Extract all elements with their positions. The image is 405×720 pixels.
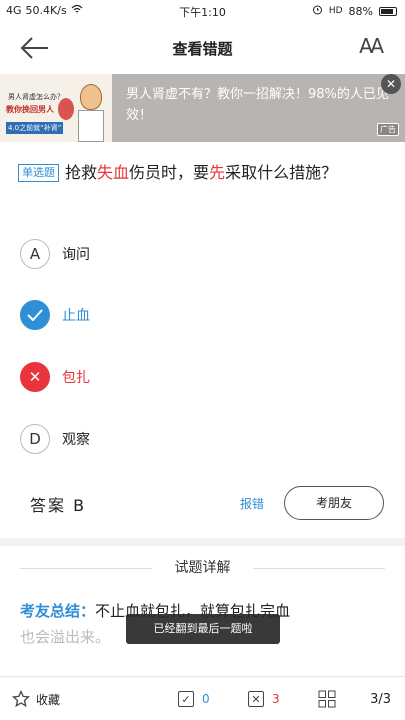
option-d-key: D: [20, 424, 50, 454]
option-b[interactable]: 止血: [20, 299, 90, 331]
ad-close-button[interactable]: ✕: [381, 74, 401, 94]
checkbox-check-icon: ✓: [178, 691, 194, 707]
question-keyword: 失血: [97, 163, 130, 182]
option-c-label: 包扎: [62, 370, 90, 386]
battery-fill: [381, 8, 393, 14]
wrong-count: 3: [272, 692, 280, 706]
answer-row: 答案 B 报错 考朋友: [0, 486, 405, 520]
option-c[interactable]: ✕ 包扎: [20, 361, 90, 393]
section-divider: [0, 538, 405, 546]
font-size-button[interactable]: AA: [359, 34, 384, 58]
clock: 下午1:10: [179, 6, 226, 19]
detail-title: 试题详解: [174, 560, 231, 576]
page-indicator: 3/3: [370, 691, 391, 707]
correct-count-button[interactable]: ✓ 0: [178, 677, 210, 720]
battery-percent: 88%: [348, 4, 373, 18]
option-d[interactable]: D 观察: [20, 423, 90, 455]
toast-message: 已经翻到最后一题啦: [126, 614, 280, 644]
ad-banner[interactable]: 男人肾虚怎么办？ 教你挽回男人 4.0之前就“补肾” 男人肾虚不有？教你一招解决…: [0, 74, 405, 142]
divider-line-left: [20, 568, 152, 569]
question-text: 单选题 抢救失血伤员时，要先采取什么措施？: [18, 158, 387, 188]
battery-icon: [379, 6, 397, 16]
bottom-bar: 收藏 ✓ 0 ✕ 3 3/3: [0, 676, 405, 720]
option-a-label: 询问: [62, 247, 90, 263]
doctor-body-illustration: [78, 110, 104, 142]
report-error-link[interactable]: 报错: [240, 495, 264, 512]
ad-text: 男人肾虚不有？教你一招解决！98%的人已见效！: [112, 74, 405, 142]
volte-icon: HD: [328, 6, 343, 16]
check-icon: [20, 300, 50, 330]
kidney-illustration: [58, 98, 74, 120]
detail-header: 试题详解: [0, 556, 405, 580]
question-grid-button[interactable]: [318, 677, 336, 720]
ask-friend-button[interactable]: 考朋友: [284, 486, 384, 520]
question-keyword: 先: [209, 163, 226, 182]
favorite-label: 收藏: [36, 692, 61, 707]
wrong-count-button[interactable]: ✕ 3: [248, 677, 280, 720]
option-d-label: 观察: [62, 432, 90, 448]
doctor-face-illustration: [80, 84, 102, 110]
option-b-label: 止血: [62, 308, 90, 324]
ad-tag: 广告: [377, 123, 399, 136]
page-title: 查看错题: [172, 40, 233, 58]
status-bar: 4G 50.4K/s 下午1:10 HD 88%: [0, 0, 405, 22]
correct-count: 0: [202, 692, 210, 706]
answer-text: 答案 B: [30, 496, 87, 515]
ad-thumb-line1: 男人肾虚怎么办？: [8, 93, 64, 101]
checkbox-cross-icon: ✕: [248, 691, 264, 707]
ad-thumb-line3: 4.0之前就“补肾”: [6, 122, 64, 134]
ad-thumb-line2: 教你挽回男人: [6, 105, 54, 114]
alarm-icon: [312, 4, 323, 18]
explanation-text-faded: 也会溢出来。: [20, 628, 111, 646]
top-bar: 查看错题 AA: [0, 22, 405, 74]
question-type-badge: 单选题: [18, 164, 59, 182]
star-icon: [12, 690, 30, 708]
question-part: 伤员时，要: [129, 163, 210, 182]
cross-icon: ✕: [20, 362, 50, 392]
ad-thumbnail: 男人肾虚怎么办？ 教你挽回男人 4.0之前就“补肾”: [0, 74, 112, 142]
question-part: 抢救: [65, 163, 98, 182]
option-a[interactable]: A 询问: [20, 238, 90, 270]
divider-line-right: [253, 568, 385, 569]
explanation-label: 考友总结：: [20, 602, 96, 620]
favorite-button[interactable]: 收藏: [12, 677, 60, 720]
question-part: 采取什么措施？: [225, 163, 338, 182]
grid-icon: [318, 690, 336, 708]
option-a-key: A: [20, 239, 50, 269]
